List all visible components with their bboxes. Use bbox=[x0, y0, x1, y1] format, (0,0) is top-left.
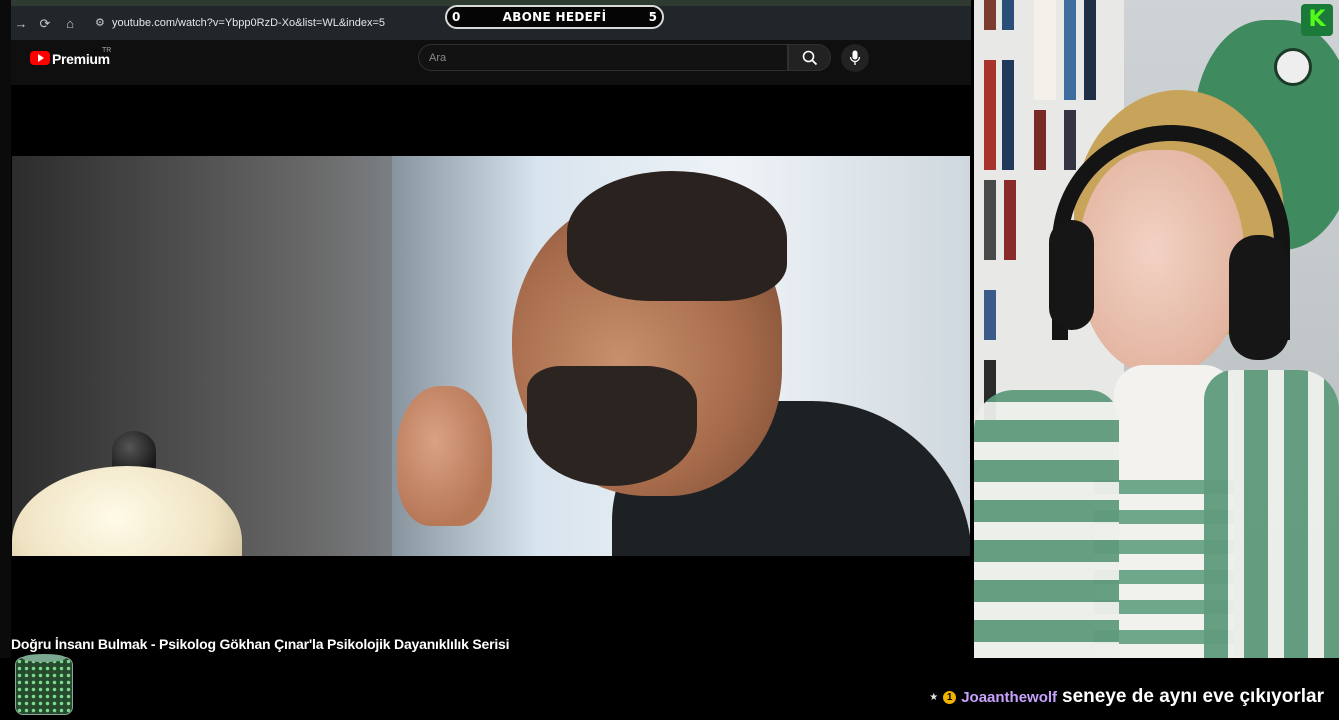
search-button[interactable] bbox=[788, 44, 831, 71]
left-edge bbox=[0, 0, 11, 660]
video-title[interactable]: Doğru İnsanı Bulmak - Psikolog Gökhan Çı… bbox=[11, 636, 510, 652]
address-bar[interactable]: youtube.com/watch?v=Ybpp0RzD-Xo&list=WL&… bbox=[112, 16, 385, 31]
star-badge-icon: ★ bbox=[929, 691, 939, 703]
subscriber-badge: 1 bbox=[943, 690, 957, 704]
goal-label: ABONE HEDEFİ bbox=[502, 10, 607, 24]
reload-icon[interactable]: ⟳ bbox=[37, 16, 53, 32]
voice-search-button[interactable] bbox=[841, 44, 869, 72]
youtube-logo-icon[interactable] bbox=[30, 51, 50, 65]
region-code: TR bbox=[102, 47, 112, 54]
microphone-icon bbox=[849, 50, 861, 65]
chat-text: seneye de aynı eve çıkıyorlar bbox=[1062, 686, 1324, 707]
youtube-header: Premium TR Ara bbox=[11, 40, 971, 85]
home-icon[interactable]: ⌂ bbox=[62, 16, 78, 32]
kick-logo-icon: K bbox=[1301, 4, 1333, 36]
search-placeholder: Ara bbox=[429, 52, 447, 64]
goal-target-value: 5 bbox=[648, 10, 657, 24]
search-input[interactable]: Ara bbox=[418, 44, 788, 71]
search-icon bbox=[802, 50, 818, 66]
chat-message: ★ 1 Joaanthewolf seneye de aynı eve çıkı… bbox=[929, 686, 1324, 708]
forward-icon[interactable]: → bbox=[13, 16, 29, 32]
video-player[interactable] bbox=[11, 85, 971, 627]
subscriber-goal-bar: 0 ABONE HEDEFİ 5 bbox=[445, 5, 664, 29]
alert-jar-icon bbox=[15, 654, 73, 715]
streamer-webcam bbox=[974, 0, 1339, 658]
chat-username: Joaanthewolf bbox=[961, 688, 1058, 706]
site-info-icon[interactable]: ⚙ bbox=[95, 16, 109, 30]
video-frame[interactable] bbox=[12, 156, 970, 556]
